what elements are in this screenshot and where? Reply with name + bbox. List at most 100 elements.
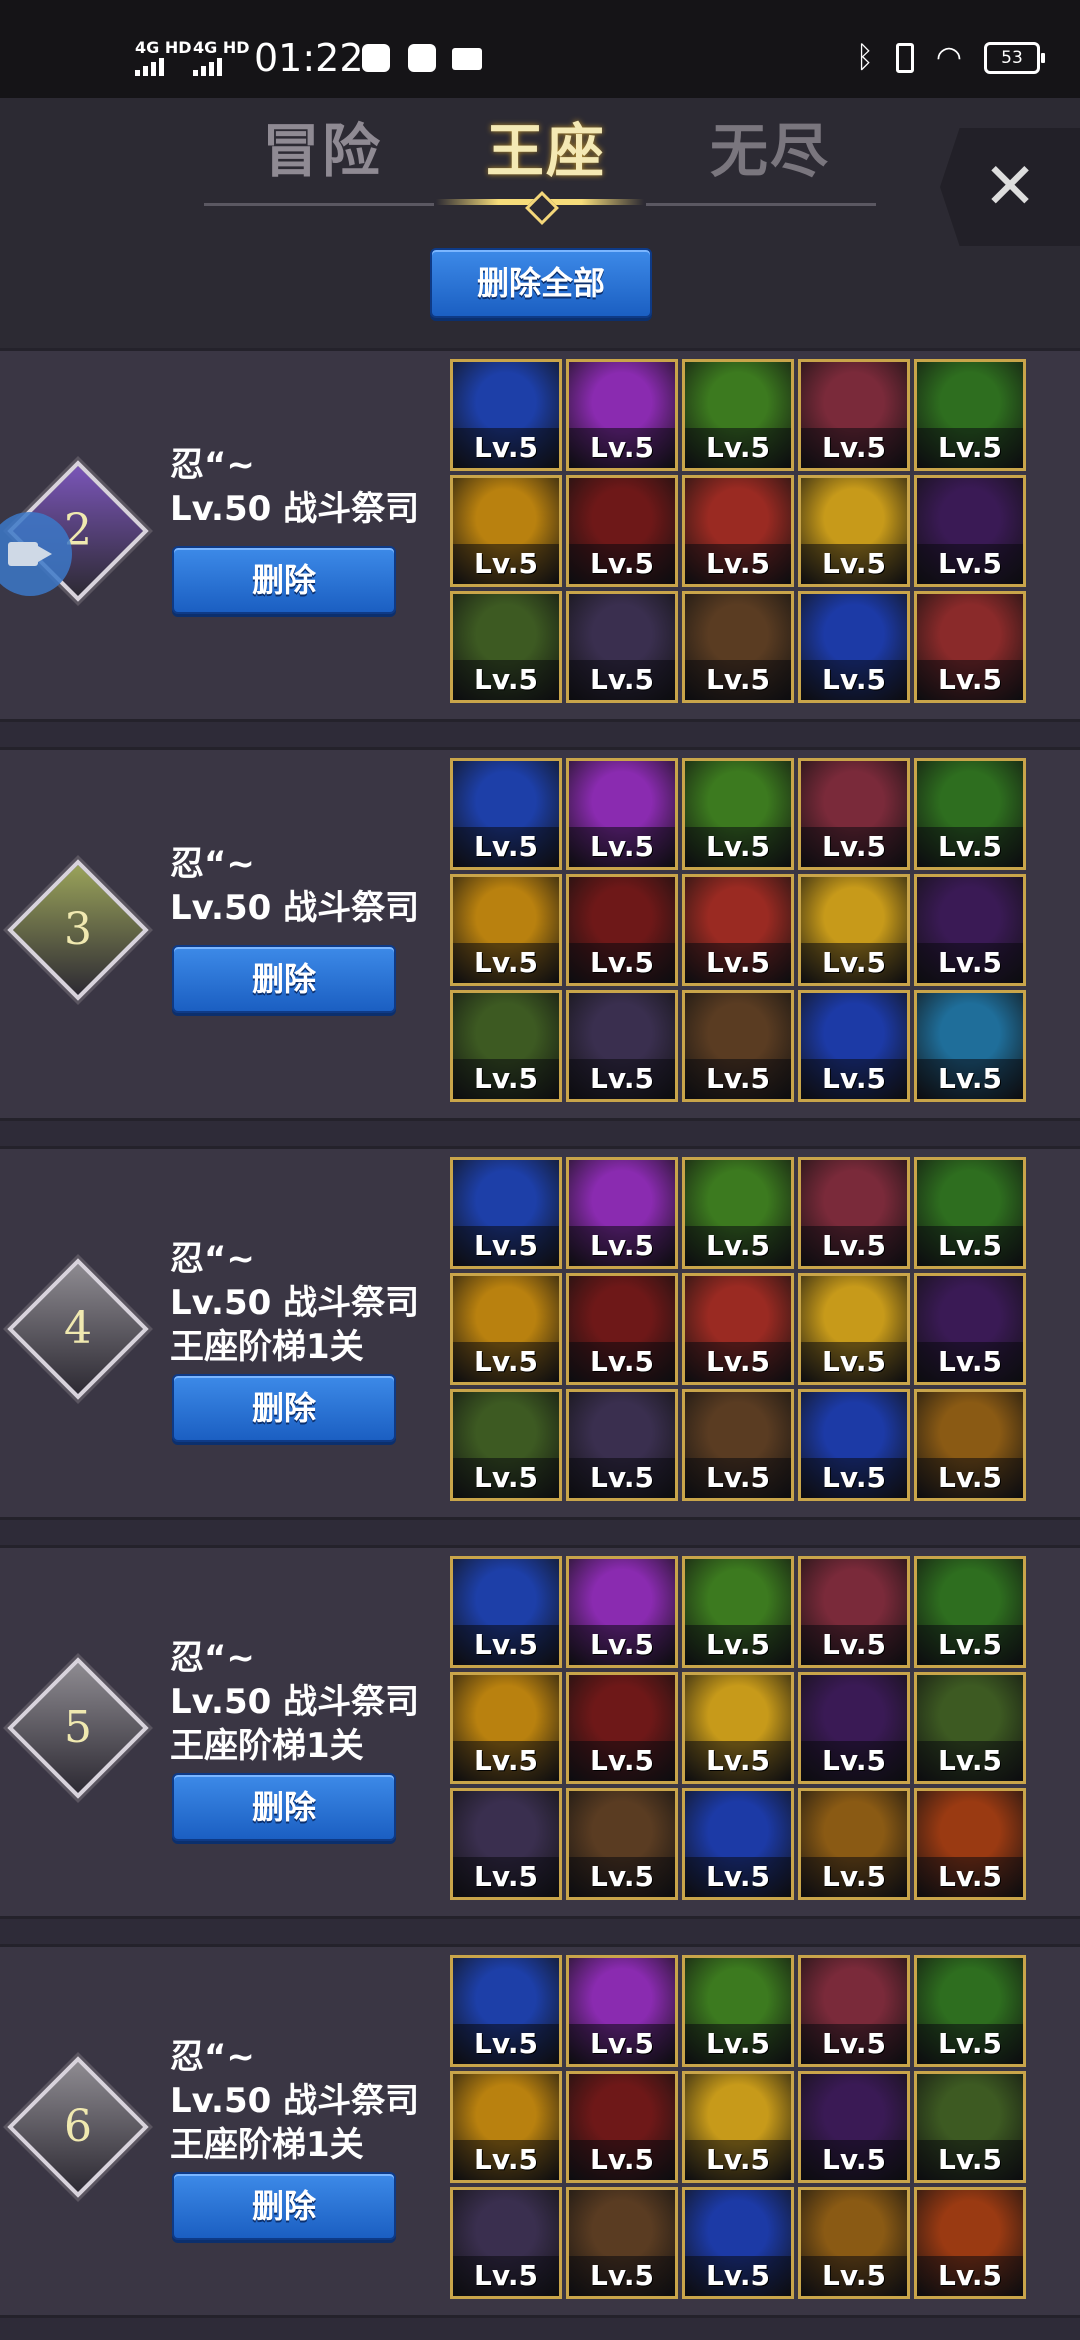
skill-slot[interactable]: Lv.5	[798, 1273, 910, 1385]
skill-slot[interactable]: Lv.5	[566, 1273, 678, 1385]
skill-slot[interactable]: Lv.5	[798, 990, 910, 1102]
skill-slot[interactable]: Lv.5	[566, 475, 678, 587]
skill-slot[interactable]: Lv.5	[682, 1389, 794, 1501]
skill-slot[interactable]: Lv.5	[450, 1556, 562, 1668]
skill-slot[interactable]: Lv.5	[682, 475, 794, 587]
delete-button[interactable]: 删除	[172, 1773, 396, 1841]
skill-slot[interactable]: Lv.5	[682, 2071, 794, 2183]
tab-endless[interactable]: 无尽	[710, 104, 830, 188]
record-info: 忍“~ Lv.50 战斗祭司 王座阶梯1关	[170, 2035, 419, 2167]
skill-level: Lv.5	[569, 544, 675, 584]
skill-slot[interactable]: Lv.5	[566, 1556, 678, 1668]
skill-slot[interactable]: Lv.5	[798, 2187, 910, 2299]
delete-button[interactable]: 删除	[172, 945, 396, 1013]
skill-slot[interactable]: Lv.5	[914, 758, 1026, 870]
skill-level: Lv.5	[569, 1741, 675, 1781]
delete-button[interactable]: 删除	[172, 546, 396, 614]
skill-slot[interactable]: Lv.5	[450, 1273, 562, 1385]
skill-slot[interactable]: Lv.5	[450, 1955, 562, 2067]
skill-slot[interactable]: Lv.5	[566, 1672, 678, 1784]
skill-slot[interactable]: Lv.5	[914, 591, 1026, 703]
skill-slot[interactable]: Lv.5	[566, 591, 678, 703]
skill-grid: Lv.5 Lv.5 Lv.5 Lv.5 Lv.5 Lv.5 Lv.5 Lv.5 …	[450, 1955, 1026, 2303]
skill-slot[interactable]: Lv.5	[914, 359, 1026, 471]
skill-slot[interactable]: Lv.5	[798, 591, 910, 703]
skill-slot[interactable]: Lv.5	[566, 359, 678, 471]
delete-button[interactable]: 删除	[172, 2172, 396, 2240]
skill-slot[interactable]: Lv.5	[450, 359, 562, 471]
skill-slot[interactable]: Lv.5	[682, 874, 794, 986]
skill-slot[interactable]: Lv.5	[798, 1556, 910, 1668]
skill-slot[interactable]: Lv.5	[450, 1389, 562, 1501]
skill-slot[interactable]: Lv.5	[682, 1672, 794, 1784]
skill-slot[interactable]: Lv.5	[682, 1157, 794, 1269]
skill-slot[interactable]: Lv.5	[566, 874, 678, 986]
skill-slot[interactable]: Lv.5	[914, 475, 1026, 587]
skill-level: Lv.5	[801, 2256, 907, 2296]
skill-slot[interactable]: Lv.5	[798, 1788, 910, 1900]
skill-slot[interactable]: Lv.5	[682, 758, 794, 870]
skill-slot[interactable]: Lv.5	[798, 2071, 910, 2183]
skill-level: Lv.5	[569, 660, 675, 700]
skill-slot[interactable]: Lv.5	[798, 359, 910, 471]
skill-slot[interactable]: Lv.5	[566, 758, 678, 870]
skill-level: Lv.5	[453, 943, 559, 983]
skill-slot[interactable]: Lv.5	[566, 2071, 678, 2183]
skill-slot[interactable]: Lv.5	[798, 1672, 910, 1784]
player-name: 忍“~	[170, 1638, 255, 1678]
skill-slot[interactable]: Lv.5	[450, 2187, 562, 2299]
skill-slot[interactable]: Lv.5	[682, 1955, 794, 2067]
skill-slot[interactable]: Lv.5	[566, 1788, 678, 1900]
video-icon	[452, 48, 482, 70]
skill-level: Lv.5	[685, 1342, 791, 1382]
tab-adventure[interactable]: 冒险	[262, 104, 382, 188]
skill-level: Lv.5	[801, 943, 907, 983]
skill-slot[interactable]: Lv.5	[682, 1273, 794, 1385]
skill-slot[interactable]: Lv.5	[914, 2071, 1026, 2183]
delete-button[interactable]: 删除	[172, 1374, 396, 1442]
stage-label: 王座阶梯1关	[170, 1726, 364, 1766]
skill-slot[interactable]: Lv.5	[566, 1389, 678, 1501]
skill-slot[interactable]: Lv.5	[914, 1556, 1026, 1668]
skill-slot[interactable]: Lv.5	[450, 990, 562, 1102]
skill-slot[interactable]: Lv.5	[682, 2187, 794, 2299]
skill-slot[interactable]: Lv.5	[798, 1389, 910, 1501]
skill-slot[interactable]: Lv.5	[682, 1788, 794, 1900]
skill-slot[interactable]: Lv.5	[914, 990, 1026, 1102]
skill-slot[interactable]: Lv.5	[566, 2187, 678, 2299]
skill-slot[interactable]: Lv.5	[566, 1157, 678, 1269]
skill-slot[interactable]: Lv.5	[914, 1672, 1026, 1784]
skill-slot[interactable]: Lv.5	[450, 2071, 562, 2183]
skill-level: Lv.5	[685, 2256, 791, 2296]
skill-slot[interactable]: Lv.5	[914, 1955, 1026, 2067]
close-button[interactable]: ✕	[940, 128, 1080, 246]
delete-all-button[interactable]: 删除全部	[430, 248, 652, 318]
skill-slot[interactable]: Lv.5	[798, 475, 910, 587]
skill-slot[interactable]: Lv.5	[914, 874, 1026, 986]
skill-slot[interactable]: Lv.5	[450, 591, 562, 703]
skill-slot[interactable]: Lv.5	[798, 1157, 910, 1269]
skill-slot[interactable]: Lv.5	[450, 1672, 562, 1784]
skill-slot[interactable]: Lv.5	[914, 1389, 1026, 1501]
skill-slot[interactable]: Lv.5	[798, 1955, 910, 2067]
skill-slot[interactable]: Lv.5	[914, 1157, 1026, 1269]
skill-slot[interactable]: Lv.5	[450, 475, 562, 587]
skill-slot[interactable]: Lv.5	[450, 1157, 562, 1269]
tab-throne[interactable]: 王座	[486, 104, 606, 188]
skill-slot[interactable]: Lv.5	[450, 1788, 562, 1900]
skill-slot[interactable]: Lv.5	[914, 1273, 1026, 1385]
skill-slot[interactable]: Lv.5	[566, 1955, 678, 2067]
skill-slot[interactable]: Lv.5	[682, 990, 794, 1102]
skill-slot[interactable]: Lv.5	[798, 874, 910, 986]
gallery-icon	[408, 44, 436, 72]
skill-slot[interactable]: Lv.5	[566, 990, 678, 1102]
skill-slot[interactable]: Lv.5	[682, 359, 794, 471]
skill-slot[interactable]: Lv.5	[914, 1788, 1026, 1900]
skill-level: Lv.5	[917, 1342, 1023, 1382]
skill-slot[interactable]: Lv.5	[450, 874, 562, 986]
skill-slot[interactable]: Lv.5	[682, 1556, 794, 1668]
skill-slot[interactable]: Lv.5	[450, 758, 562, 870]
skill-slot[interactable]: Lv.5	[798, 758, 910, 870]
skill-slot[interactable]: Lv.5	[914, 2187, 1026, 2299]
skill-slot[interactable]: Lv.5	[682, 591, 794, 703]
